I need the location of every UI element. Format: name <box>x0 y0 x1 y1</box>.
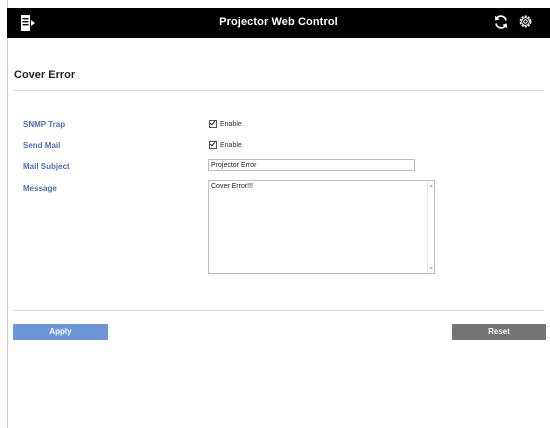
scroll-up-icon[interactable] <box>429 184 433 187</box>
mail-subject-label: Mail Subject <box>23 162 70 171</box>
checkbox-checked-icon[interactable] <box>209 141 217 149</box>
header-divider <box>14 90 544 91</box>
send-mail-enable-label: Enable <box>220 141 242 149</box>
page-title: Cover Error <box>14 69 76 81</box>
app-title: Projector Web Control <box>219 16 338 28</box>
send-mail-label: Send Mail <box>23 141 61 150</box>
textarea-scrollbar[interactable] <box>427 181 434 273</box>
mail-subject-input[interactable]: Projector Error <box>208 159 415 171</box>
reset-button[interactable]: Reset <box>452 324 546 340</box>
checkbox-checked-icon[interactable] <box>209 120 217 128</box>
message-text: Cover Error!!! <box>211 183 254 190</box>
send-mail-checkbox[interactable]: Enable <box>209 141 242 149</box>
snmp-trap-enable-label: Enable <box>220 120 242 128</box>
footer-divider <box>14 310 544 311</box>
refresh-icon[interactable] <box>493 14 509 30</box>
top-bar: Projector Web Control <box>7 8 550 38</box>
apply-button[interactable]: Apply <box>13 324 108 340</box>
scroll-down-icon[interactable] <box>429 267 433 270</box>
gear-icon[interactable] <box>517 13 534 30</box>
message-label: Message <box>23 184 57 193</box>
snmp-trap-checkbox[interactable]: Enable <box>209 120 242 128</box>
message-textarea[interactable]: Cover Error!!! <box>208 180 435 274</box>
snmp-trap-label: SNMP Trap <box>23 120 66 129</box>
